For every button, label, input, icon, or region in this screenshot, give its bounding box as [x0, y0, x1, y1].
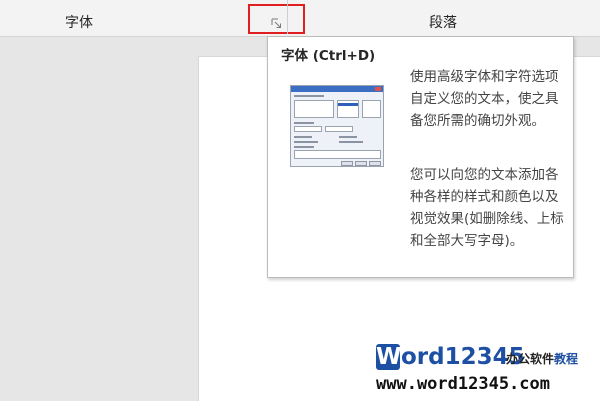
- tooltip-title: 字体 (Ctrl+D): [281, 48, 376, 64]
- watermark-brand: Word12345: [376, 344, 525, 370]
- font-group-label: 字体: [65, 15, 93, 31]
- ribbon: 字体 段落: [0, 0, 600, 37]
- watermark-url: www.word12345.com: [376, 374, 550, 394]
- font-dialog-thumbnail: [290, 85, 384, 167]
- watermark-suffix: 办公软件教程: [506, 352, 579, 366]
- tooltip-description-2: 您可以向您的文本添加各种各样的样式和颜色以及视觉效果(如删除线、上标和全部大写字…: [410, 167, 564, 249]
- watermark-logo: Word12345 办公软件教程 www.word12345.com: [376, 344, 600, 400]
- font-tooltip: 字体 (Ctrl+D) 使用高级字体和字符选项自定义您的文本，使之具备您所需的确…: [267, 36, 574, 278]
- tooltip-description-1: 使用高级字体和字符选项自定义您的文本，使之具备您所需的确切外观。: [410, 69, 559, 129]
- dialog-launcher-icon[interactable]: [271, 18, 282, 29]
- paragraph-group-label: 段落: [429, 15, 457, 31]
- group-separator: [287, 0, 288, 34]
